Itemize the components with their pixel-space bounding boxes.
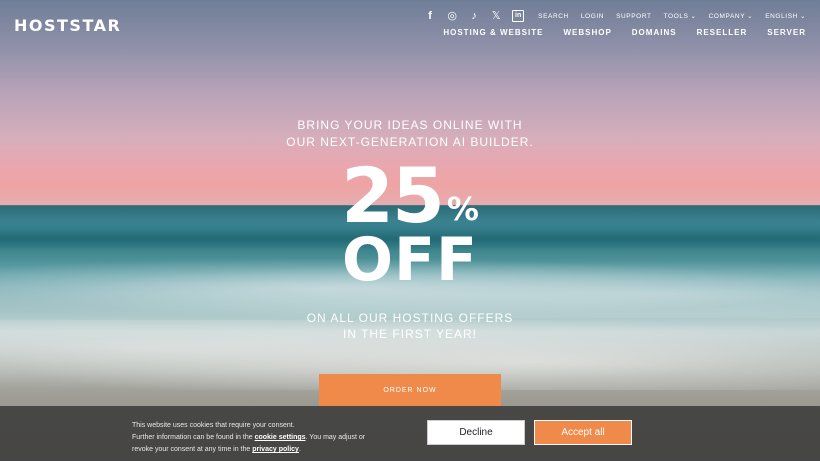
nav-server[interactable]: SERVER <box>767 28 806 37</box>
cookie-text-line: This website uses cookies that require y… <box>132 422 295 429</box>
accept-all-button[interactable]: Accept all <box>534 420 632 445</box>
subline-line: ON ALL OUR HOSTING OFFERS <box>306 311 514 325</box>
cookie-text-fragment: . <box>298 446 301 453</box>
language-menu[interactable]: ENGLISH ⌄ <box>765 12 806 20</box>
cookie-text-fragment: revoke your consent at any time in the <box>132 446 253 453</box>
tools-menu[interactable]: TOOLS ⌄ <box>664 12 697 20</box>
nav-webshop[interactable]: WEBSHOP <box>563 28 611 37</box>
discount-amount: 25 % <box>341 151 479 240</box>
discount-word: OFF <box>342 225 478 295</box>
login-link[interactable]: LOGIN <box>581 13 604 20</box>
subline-line: IN THE FIRST YEAR! <box>342 327 478 341</box>
cookie-banner: This website uses cookies that require y… <box>0 406 820 461</box>
nav-reseller[interactable]: RESELLER <box>697 28 748 37</box>
social-links: f ◎ ♪ 𝕏 in <box>424 10 525 22</box>
tagline-line: BRING YOUR IDEAS ONLINE WITH <box>297 118 523 132</box>
chevron-down-icon: ⌄ <box>690 13 697 20</box>
tiktok-icon[interactable]: ♪ <box>468 10 480 22</box>
linkedin-icon[interactable]: in <box>512 10 525 22</box>
support-link[interactable]: SUPPORT <box>616 13 652 20</box>
tagline-line: OUR NEXT-GENERATION AI BUILDER. <box>286 135 534 149</box>
cookie-settings-link[interactable]: cookie settings <box>255 434 306 441</box>
logo[interactable]: HOSTSTAR <box>14 16 121 35</box>
search-link[interactable]: SEARCH <box>538 13 569 20</box>
language-label: ENGLISH <box>765 13 798 20</box>
company-label: COMPANY <box>708 13 746 20</box>
hero-tagline: BRING YOUR IDEAS ONLINE WITH OUR NEXT-GE… <box>0 117 820 151</box>
chevron-down-icon: ⌄ <box>799 13 806 20</box>
cookie-message: This website uses cookies that require y… <box>132 420 392 456</box>
main-nav: HOSTING & WEBSITE WEBSHOP DOMAINS RESELL… <box>443 28 806 37</box>
company-menu[interactable]: COMPANY ⌄ <box>709 12 754 20</box>
x-icon[interactable]: 𝕏 <box>490 10 502 22</box>
nav-hosting[interactable]: HOSTING & WEBSITE <box>443 28 543 37</box>
utility-nav: SEARCH LOGIN SUPPORT TOOLS ⌄ COMPANY ⌄ ENG… <box>538 12 806 21</box>
privacy-policy-link[interactable]: privacy policy <box>252 446 299 453</box>
discount-headline: 25 % OFF <box>0 151 820 295</box>
top-utility-bar: f ◎ ♪ 𝕏 in SEARCH LOGIN SUPPORT TOOLS ⌄ C… <box>424 9 806 23</box>
hero-subline: ON ALL OUR HOSTING OFFERS IN THE FIRST Y… <box>0 310 820 342</box>
nav-domains[interactable]: DOMAINS <box>632 28 677 37</box>
order-now-button[interactable]: ORDER NOW <box>319 374 501 407</box>
decline-button[interactable]: Decline <box>427 420 525 445</box>
discount-number: 25 <box>341 151 445 240</box>
cookie-text-fragment: Further information can be found in the <box>132 434 255 441</box>
tools-label: TOOLS <box>663 13 689 20</box>
discount-unit: % <box>446 190 479 228</box>
cookie-text-fragment: . You may adjust or <box>305 434 366 441</box>
instagram-icon[interactable]: ◎ <box>446 10 458 22</box>
facebook-icon[interactable]: f <box>424 10 436 22</box>
chevron-down-icon: ⌄ <box>747 13 754 20</box>
